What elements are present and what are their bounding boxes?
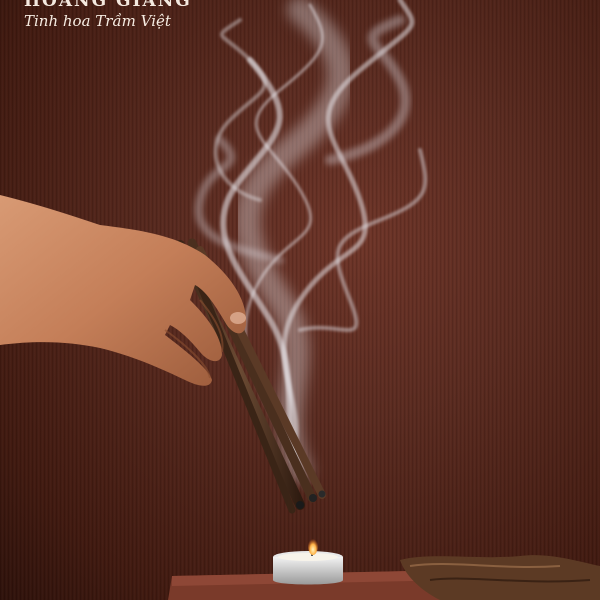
- brand-name: HOÀNG GIANG: [24, 0, 192, 11]
- brand-tagline: Tinh hoa Trầm Việt: [24, 12, 171, 30]
- product-photo: HOÀNG GIANG Tinh hoa Trầm Việt: [0, 0, 600, 600]
- hand: [0, 195, 247, 386]
- smoke: [194, 0, 428, 483]
- brand-logo: HOÀNG GIANG Tinh hoa Trầm Việt: [0, 0, 210, 40]
- incense-scene-illustration: [0, 0, 600, 600]
- tea-light-candle: [273, 537, 343, 585]
- agarwood-piece: [400, 555, 600, 600]
